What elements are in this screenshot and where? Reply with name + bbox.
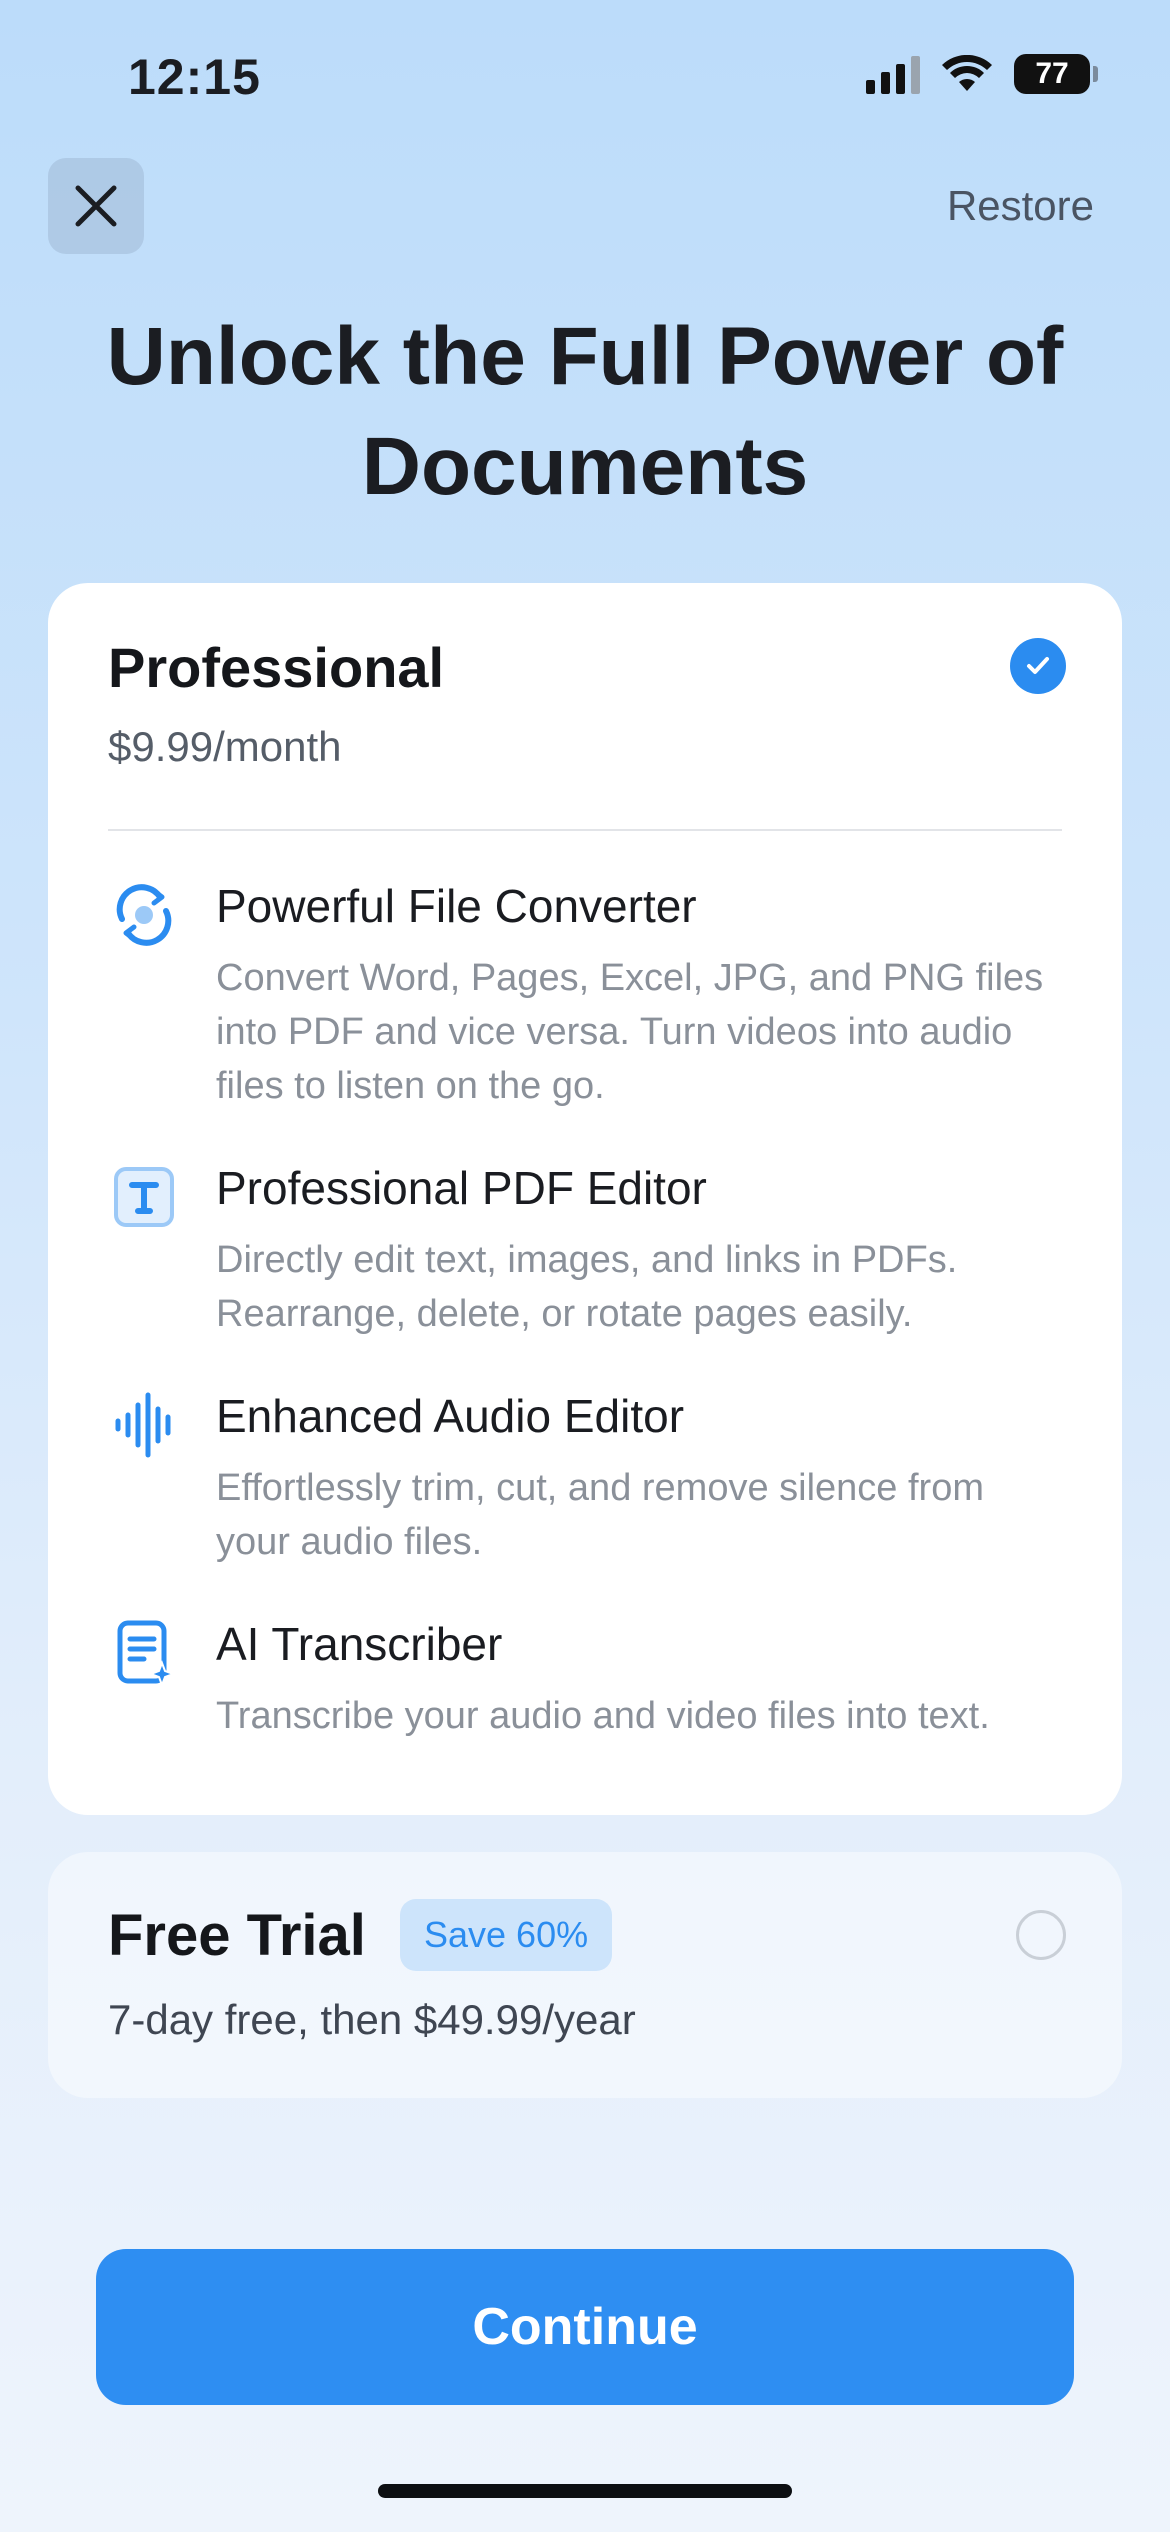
feature-item: AI Transcriber Transcribe your audio and… [108, 1617, 1062, 1747]
selected-check-icon[interactable] [1010, 638, 1066, 694]
feature-description: Transcribe your audio and video files in… [216, 1695, 990, 1737]
plan-radio[interactable] [1016, 1910, 1066, 1960]
continue-button[interactable]: Continue [96, 2249, 1074, 2405]
page-title: Unlock the Full Power of Documents [0, 302, 1170, 522]
close-button[interactable] [48, 158, 144, 254]
plan-price: $9.99/month [108, 723, 342, 770]
status-time: 12:15 [128, 49, 261, 105]
feature-item: Professional PDF Editor Directly edit te… [108, 1161, 1062, 1341]
feature-item: Enhanced Audio Editor Effortlessly trim,… [108, 1389, 1062, 1569]
plan-card-free-trial[interactable]: Free Trial Save 60% 7-day free, then $49… [48, 1852, 1122, 2098]
battery-level: 77 [1035, 57, 1069, 90]
feature-title: AI Transcriber [216, 1618, 503, 1670]
plan-name: Professional [108, 636, 445, 699]
audio-waveform-icon [115, 1392, 171, 1458]
text-edit-icon [114, 1167, 174, 1227]
plan-price: 7-day free, then $49.99/year [108, 1996, 636, 2043]
plan-name: Free Trial [108, 1903, 366, 1968]
ai-document-icon [117, 1620, 176, 1688]
wifi-icon [942, 55, 992, 91]
feature-description: Effortlessly trim, cut, and remove silen… [216, 1467, 984, 1563]
divider [108, 829, 1062, 831]
feature-title: Enhanced Audio Editor [216, 1390, 685, 1442]
feature-description: Convert Word, Pages, Excel, JPG, and PNG… [216, 957, 1044, 1107]
cellular-signal-icon [866, 54, 920, 94]
feature-title: Professional PDF Editor [216, 1162, 707, 1214]
converter-icon [116, 884, 172, 946]
home-indicator[interactable] [378, 2484, 792, 2498]
page-title-line-1: Unlock the Full Power of [106, 311, 1064, 402]
save-badge: Save 60% [400, 1899, 613, 1971]
feature-description: Directly edit text, images, and links in… [216, 1239, 958, 1335]
page-title-line-2: Documents [361, 421, 809, 512]
feature-item: Powerful File Converter Convert Word, Pa… [108, 879, 1062, 1119]
close-icon [75, 185, 117, 227]
plan-card-professional[interactable]: Professional $9.99/month Powerful File C… [48, 583, 1122, 1815]
restore-button[interactable]: Restore [947, 182, 1094, 230]
feature-title: Powerful File Converter [216, 880, 697, 932]
battery-icon: 77 [1014, 54, 1098, 94]
status-icons: 77 [866, 54, 1098, 94]
